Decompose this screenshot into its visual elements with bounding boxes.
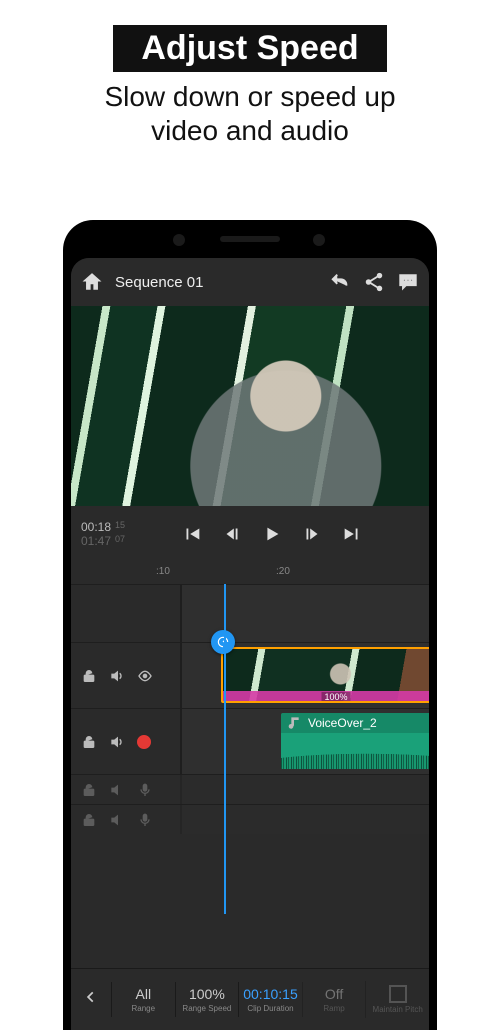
sequence-title: Sequence 01 (115, 274, 203, 291)
video-preview[interactable] (71, 306, 429, 506)
audio-track: VoiceOver_2 (71, 708, 429, 774)
skip-start-icon[interactable] (181, 523, 203, 545)
timecode: 00:18 15 01:47 07 (81, 520, 125, 549)
speed-toolbar: All Range 100% Range Speed 00:10:15 Clip… (71, 968, 429, 1030)
mute-icon[interactable] (109, 668, 125, 684)
mute-icon[interactable] (109, 734, 125, 750)
range-speed-label: Range Speed (176, 1004, 239, 1013)
current-time: 00:18 (81, 520, 111, 534)
mic-icon[interactable] (137, 782, 153, 798)
lock-icon[interactable] (81, 734, 97, 750)
playhead[interactable] (224, 584, 226, 914)
speed-handle-left[interactable] (211, 630, 235, 654)
time-ruler[interactable]: :10 :20 (71, 562, 429, 584)
mic-icon[interactable] (137, 812, 153, 828)
maintain-pitch-label: Maintain Pitch (366, 1005, 429, 1014)
clip-duration-label: Clip Duration (239, 1004, 302, 1013)
home-icon[interactable] (81, 271, 103, 293)
promo-subtitle-line1: Slow down or speed up (104, 81, 395, 112)
undo-icon[interactable] (329, 271, 351, 293)
current-frames: 15 (115, 520, 125, 534)
lock-icon[interactable] (81, 812, 97, 828)
app-screen: Sequence 01 00:18 15 01:47 07 (71, 258, 429, 1030)
audio-track-controls (71, 709, 181, 774)
ruler-mark: :10 (156, 566, 170, 577)
mic-track (71, 774, 429, 804)
comment-icon[interactable] (397, 271, 419, 293)
promo-subtitle-line2: video and audio (151, 115, 349, 146)
mute-icon[interactable] (109, 812, 125, 828)
transport-bar: 00:18 15 01:47 07 (71, 506, 429, 562)
phone-frame: Sequence 01 00:18 15 01:47 07 (63, 220, 437, 1030)
frame-back-icon[interactable] (221, 523, 243, 545)
track-spacer (71, 584, 429, 642)
range-label: Range (112, 1004, 175, 1013)
record-button[interactable] (137, 735, 151, 749)
audio-clip[interactable]: VoiceOver_2 (281, 713, 429, 769)
lock-icon[interactable] (81, 668, 97, 684)
total-frames: 07 (115, 534, 125, 548)
visibility-icon[interactable] (137, 668, 153, 684)
music-note-icon (287, 715, 303, 731)
video-track: 100% (71, 642, 429, 708)
mute-icon[interactable] (109, 782, 125, 798)
share-icon[interactable] (363, 271, 385, 293)
checkbox-icon[interactable] (389, 985, 407, 1003)
playback-controls (125, 523, 419, 545)
timeline[interactable]: 100% VoiceOver_2 (71, 584, 429, 914)
promo-subtitle: Slow down or speed up video and audio (0, 80, 500, 147)
clip-speed-label: 100% (321, 692, 350, 702)
skip-end-icon[interactable] (341, 523, 363, 545)
play-icon[interactable] (261, 523, 283, 545)
lock-icon[interactable] (81, 782, 97, 798)
audio-clip-label: VoiceOver_2 (308, 716, 377, 730)
video-clip[interactable]: 100% (221, 647, 429, 703)
top-bar: Sequence 01 (71, 258, 429, 306)
total-time: 01:47 (81, 534, 111, 548)
promo-title: Adjust Speed (113, 25, 386, 72)
mic-track (71, 804, 429, 834)
waveform (281, 733, 429, 769)
ruler-mark: :20 (276, 566, 290, 577)
frame-forward-icon[interactable] (301, 523, 323, 545)
ramp-label: Ramp (303, 1004, 366, 1013)
video-track-controls (71, 643, 181, 708)
phone-speaker (220, 236, 280, 242)
